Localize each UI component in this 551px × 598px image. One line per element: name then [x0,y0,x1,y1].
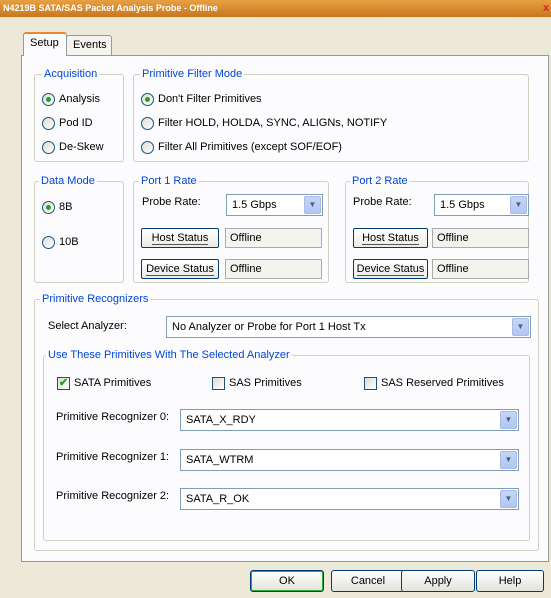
close-icon[interactable]: x [541,0,551,17]
radio-filter-all-label: Filter All Primitives (except SOF/EOF) [158,141,342,153]
radio-8b[interactable] [42,201,55,214]
radio-dont-filter[interactable] [141,93,154,106]
window-title: N4219B SATA/SAS Packet Analysis Probe - … [0,0,551,17]
data-mode-group [34,181,124,283]
recognizers-legend: Primitive Recognizers [40,293,151,305]
port1-probe-rate-value: 1.5 Gbps [232,199,277,211]
chevron-down-icon[interactable]: ▼ [500,451,517,469]
port2-probe-rate-select[interactable]: 1.5 Gbps ▼ [434,194,529,216]
port1-probe-rate-label: Probe Rate: [142,196,201,208]
port1-legend: Port 1 Rate [139,175,199,187]
recognizer-0-label: Primitive Recognizer 0: [56,411,170,423]
chevron-down-icon[interactable]: ▼ [510,196,527,214]
radio-analysis[interactable] [42,93,55,106]
chevron-down-icon[interactable]: ▼ [512,318,529,336]
tab-events[interactable]: Events [66,35,112,57]
select-analyzer-label: Select Analyzer: [48,320,127,332]
chevron-down-icon[interactable]: ▼ [304,196,321,214]
filter-mode-legend: Primitive Filter Mode [140,68,245,80]
chevron-down-icon[interactable]: ▼ [500,490,517,508]
radio-de-skew[interactable] [42,141,55,154]
sas-reserved-primitives-label: SAS Reserved Primitives [381,377,504,389]
port1-device-status-label: Device Status [146,263,214,276]
recognizer-1-select[interactable]: SATA_WTRM ▼ [180,449,519,471]
ok-button[interactable]: OK [250,570,324,592]
recognizer-1-value: SATA_WTRM [186,454,254,466]
port1-host-status-label: Host Status [151,232,209,245]
port2-host-status-field: Offline [432,228,529,248]
sas-reserved-primitives-checkbox[interactable] [364,377,377,390]
port2-host-status-button[interactable]: Host Status [353,228,428,248]
select-analyzer-value: No Analyzer or Probe for Port 1 Host Tx [172,321,366,333]
acquisition-legend: Acquisition [42,68,100,80]
select-analyzer-dropdown[interactable]: No Analyzer or Probe for Port 1 Host Tx … [166,316,531,338]
recognizer-0-value: SATA_X_RDY [186,414,256,426]
help-button[interactable]: Help [476,570,544,592]
port2-probe-rate-label: Probe Rate: [353,196,412,208]
primitives-subgroup-legend: Use These Primitives With The Selected A… [46,349,292,361]
apply-button[interactable]: Apply [401,570,475,592]
recognizer-2-label: Primitive Recognizer 2: [56,490,170,502]
port1-probe-rate-select[interactable]: 1.5 Gbps ▼ [226,194,323,216]
recognizer-2-value: SATA_R_OK [186,493,250,505]
radio-analysis-label: Analysis [59,93,100,105]
radio-10b-label: 10B [59,236,79,248]
radio-filter-hold-label: Filter HOLD, HOLDA, SYNC, ALIGNs, NOTIFY [158,117,388,129]
port2-device-status-field: Offline [432,259,529,279]
radio-pod-id[interactable] [42,117,55,130]
sata-primitives-checkbox[interactable]: ✔ [57,377,70,390]
check-icon: ✔ [58,377,69,389]
recognizer-2-select[interactable]: SATA_R_OK ▼ [180,488,519,510]
radio-10b[interactable] [42,236,55,249]
radio-filter-all[interactable] [141,141,154,154]
port1-host-status-field: Offline [225,228,322,248]
radio-de-skew-label: De-Skew [59,141,104,153]
sas-primitives-label: SAS Primitives [229,377,302,389]
port2-device-status-label: Device Status [356,263,425,276]
sata-primitives-label: SATA Primitives [74,377,152,389]
port2-host-status-label: Host Status [362,232,419,245]
radio-dont-filter-label: Don't Filter Primitives [158,93,262,105]
sas-primitives-checkbox[interactable] [212,377,225,390]
recognizer-1-label: Primitive Recognizer 1: [56,451,170,463]
cancel-button[interactable]: Cancel [331,570,405,592]
port2-legend: Port 2 Rate [350,175,410,187]
port1-host-status-button[interactable]: Host Status [141,228,219,248]
port1-device-status-button[interactable]: Device Status [141,259,219,279]
radio-8b-label: 8B [59,201,73,213]
recognizer-0-select[interactable]: SATA_X_RDY ▼ [180,409,519,431]
radio-filter-hold[interactable] [141,117,154,130]
port1-device-status-field: Offline [225,259,322,279]
radio-pod-id-label: Pod ID [59,117,93,129]
tab-setup[interactable]: Setup [23,32,67,56]
data-mode-legend: Data Mode [39,175,97,187]
port2-probe-rate-value: 1.5 Gbps [440,199,485,211]
port2-device-status-button[interactable]: Device Status [353,259,428,279]
chevron-down-icon[interactable]: ▼ [500,411,517,429]
